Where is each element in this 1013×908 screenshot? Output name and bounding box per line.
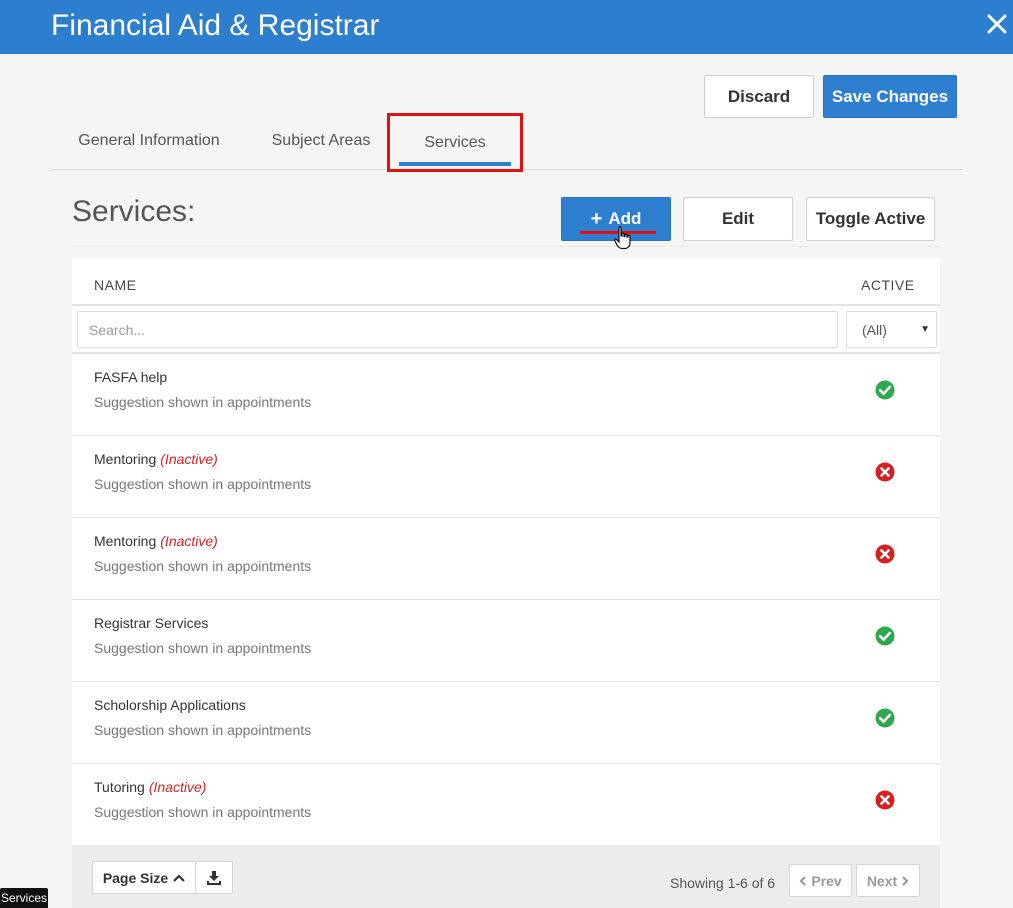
add-button[interactable]: + Add [561, 197, 671, 250]
pagination-summary: Showing 1-6 of 6 [670, 875, 776, 891]
edit-button[interactable]: Edit [683, 197, 793, 241]
search-input[interactable] [77, 311, 838, 348]
tooltip: Services [0, 888, 48, 908]
service-name-text: Tutoring [94, 779, 145, 795]
inactive-tag: (Inactive) [148, 779, 207, 795]
page-size-label: Page Size [102, 869, 169, 886]
table-row[interactable]: Mentoring (Inactive) Suggestion shown in a… [72, 436, 940, 518]
active-check-icon [875, 380, 895, 400]
chevron-right-icon [902, 875, 909, 886]
section-divider [72, 246, 940, 247]
service-description: Suggestion shown in appointments [94, 640, 312, 656]
column-header-name[interactable]: NAME [94, 277, 136, 293]
caret-down-icon: ▼ [920, 324, 930, 335]
table-row[interactable]: Mentoring (Inactive) Suggestion shown in a… [72, 518, 940, 600]
service-name-text: Scholorship Applications [94, 697, 246, 713]
table-footer: Page Size Showing 1-6 of 6 Prev Next [72, 845, 940, 908]
hand-cursor-icon [614, 226, 631, 250]
service-description: Suggestion shown in appointments [94, 558, 312, 574]
chevron-left-icon [799, 875, 807, 886]
table-row[interactable]: Registrar Services Suggestion shown in ap… [72, 600, 940, 682]
window-title: Financial Aid & Registrar [51, 9, 380, 42]
inactive-x-icon [875, 462, 895, 482]
toggle-active-button[interactable]: Toggle Active [806, 197, 935, 241]
service-name: Mentoring (Inactive) [94, 533, 218, 549]
service-name-text: FASFA help [94, 369, 168, 385]
table-row[interactable]: FASFA help Suggestion shown in appointmen… [72, 354, 940, 436]
discard-button[interactable]: Discard [704, 75, 814, 118]
service-name: Scholorship Applications [94, 697, 246, 713]
inactive-tag: (Inactive) [160, 533, 218, 549]
page-size-button[interactable]: Page Size [92, 861, 196, 894]
tab-general-information[interactable]: General Information [69, 113, 229, 169]
active-check-icon [875, 626, 895, 646]
active-filter-select[interactable]: (All) ▼ [846, 311, 937, 348]
service-name: Registrar Services [94, 615, 208, 631]
inactive-x-icon [875, 544, 895, 564]
service-name-text: Mentoring [94, 533, 157, 549]
table-row[interactable]: Scholorship Applications Suggestion shown… [72, 682, 940, 764]
active-filter-value: (All) [862, 321, 887, 338]
chevron-up-icon [173, 873, 185, 882]
download-button[interactable] [196, 861, 233, 894]
service-name: Tutoring (Inactive) [94, 779, 206, 795]
service-description: Suggestion shown in appointments [94, 476, 312, 492]
title-bar: Financial Aid & Registrar [0, 0, 1013, 54]
service-description: Suggestion shown in appointments [94, 722, 312, 738]
next-label: Next [866, 872, 898, 889]
service-description: Suggestion shown in appointments [94, 804, 312, 820]
tab-subject-areas[interactable]: Subject Areas [266, 113, 376, 169]
table-row[interactable]: Tutoring (Inactive) Suggestion shown in ap… [72, 764, 940, 846]
filter-row: (All) ▼ [72, 306, 940, 354]
service-name-text: Registrar Services [94, 615, 209, 631]
service-description: Suggestion shown in appointments [94, 394, 312, 410]
tab-bar: General Information Subject Areas Servic… [51, 113, 963, 172]
inactive-tag: (Inactive) [160, 451, 218, 467]
close-button[interactable] [985, 10, 1009, 38]
download-icon [207, 870, 221, 885]
section-title: Services: [72, 195, 196, 228]
service-name: Mentoring (Inactive) [94, 451, 218, 467]
save-changes-button[interactable]: Save Changes [823, 75, 957, 118]
plus-icon: + [590, 208, 603, 230]
service-name: FASFA help [94, 369, 167, 385]
active-check-icon [875, 708, 895, 728]
tab-services[interactable]: Services [387, 113, 523, 172]
next-page-button[interactable]: Next [856, 864, 920, 897]
prev-label: Prev [811, 872, 842, 889]
column-header-active[interactable]: ACTIVE [861, 277, 915, 293]
prev-page-button[interactable]: Prev [789, 864, 852, 897]
active-tab-indicator [399, 162, 511, 166]
services-table: NAME ACTIVE (All) ▼ FASFA help Suggestion… [72, 258, 940, 908]
table-header: NAME ACTIVE [72, 258, 940, 306]
inactive-x-icon [875, 790, 895, 810]
service-name-text: Mentoring [94, 451, 157, 467]
close-icon [987, 14, 1007, 34]
tab-services-label: Services [424, 133, 486, 151]
